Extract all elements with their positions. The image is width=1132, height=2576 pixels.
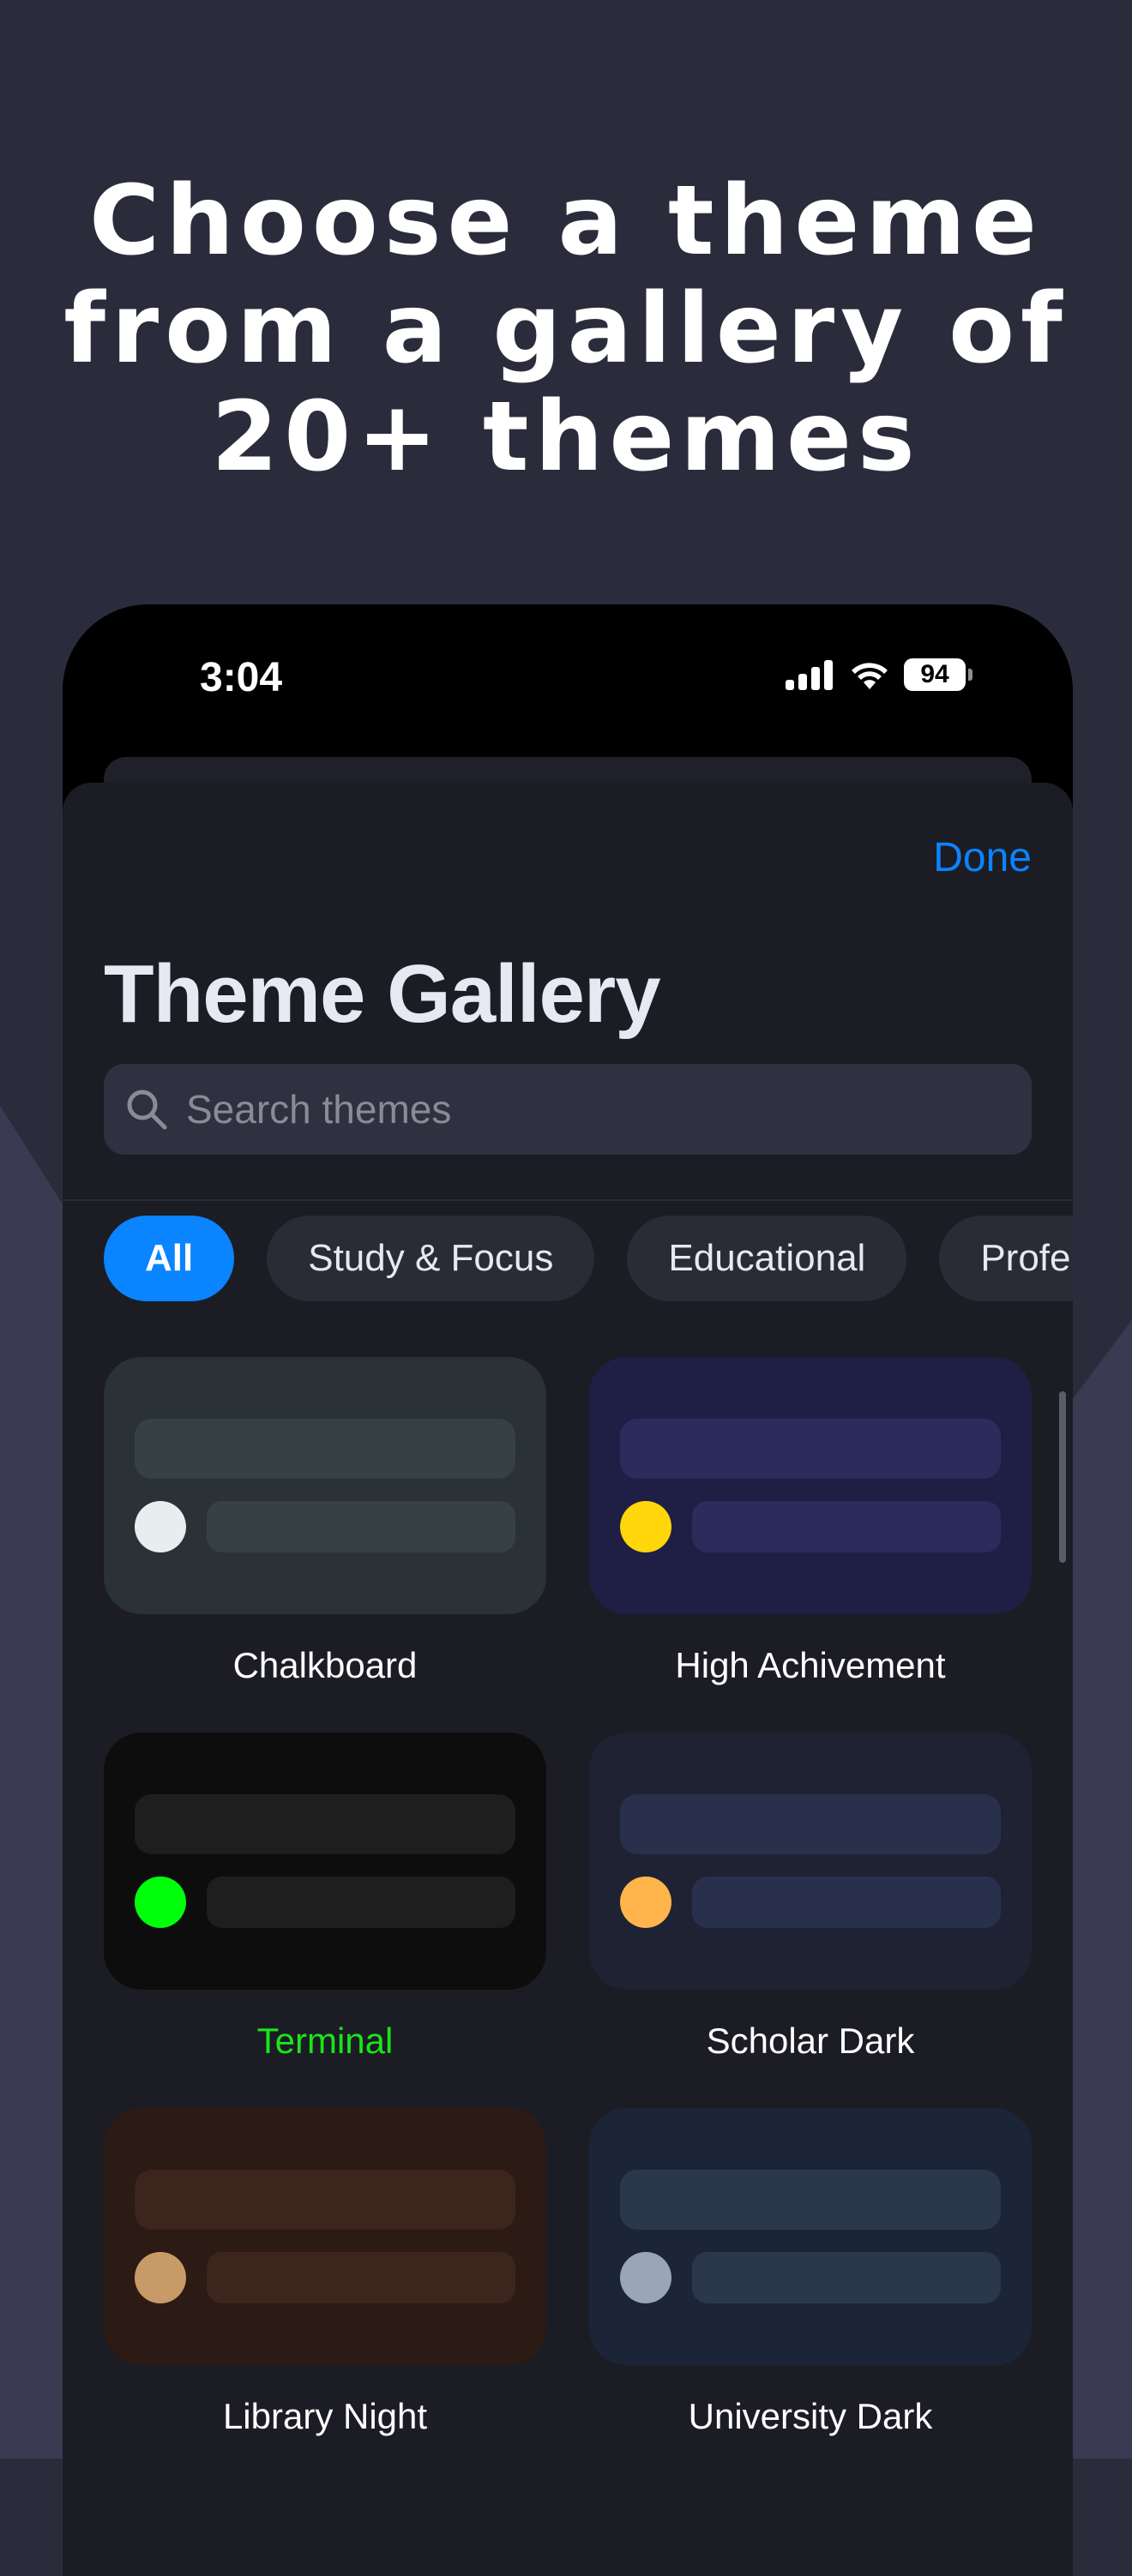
theme-preview-card [589, 2108, 1032, 2365]
preview-bar [135, 2170, 515, 2230]
preview-accent-dot [620, 1876, 671, 1928]
search-bar[interactable] [104, 1064, 1032, 1155]
status-time: 3:04 [200, 655, 283, 700]
preview-bar [135, 1794, 515, 1854]
preview-accent-dot [135, 1501, 186, 1552]
theme-preview-card [104, 2108, 546, 2365]
theme-gallery-sheet: Done Theme Gallery All Study & Focus Edu… [63, 783, 1073, 2576]
preview-bar [207, 1501, 515, 1552]
theme-preview-card [104, 1732, 546, 1990]
category-chip-all[interactable]: All [104, 1216, 235, 1301]
headline-line-3: 20+ themes [211, 381, 921, 493]
category-filter-bar: All Study & Focus Educational Profe [104, 1216, 1073, 1301]
theme-preview-card [589, 1732, 1032, 1990]
preview-accent-dot [135, 1876, 186, 1928]
battery-icon: 94 [904, 658, 972, 691]
preview-bar [207, 2252, 515, 2303]
theme-name: Scholar Dark [706, 2021, 915, 2061]
cellular-signal-icon [786, 660, 833, 690]
scrollbar[interactable] [1059, 1391, 1066, 1563]
headline-line-2: from a gallery of [63, 273, 1069, 385]
divider [63, 1199, 1073, 1201]
search-input[interactable] [184, 1085, 1032, 1133]
preview-bar [135, 1419, 515, 1479]
preview-bar [620, 1419, 1001, 1479]
theme-tile-high-achivement[interactable]: High Achivement [589, 1357, 1032, 1686]
category-chip-study-focus[interactable]: Study & Focus [267, 1216, 595, 1301]
theme-name: Library Night [222, 2396, 428, 2436]
category-chip-professional[interactable]: Profe [939, 1216, 1073, 1301]
marketing-headline: Choose a theme from a gallery of 20+ the… [0, 167, 1132, 491]
theme-name: University Dark [688, 2396, 933, 2436]
theme-tile-university-dark[interactable]: University Dark [589, 2108, 1032, 2437]
preview-bar [620, 1794, 1001, 1854]
preview-bar [207, 1876, 515, 1928]
theme-tile-chalkboard[interactable]: Chalkboard [104, 1357, 546, 1686]
category-chip-educational[interactable]: Educational [627, 1216, 907, 1301]
theme-tile-terminal[interactable]: Terminal [104, 1732, 546, 2062]
preview-bar [620, 2170, 1001, 2230]
theme-preview-card [589, 1357, 1032, 1614]
search-icon [127, 1090, 167, 1130]
theme-name: Terminal [256, 2021, 394, 2061]
preview-accent-dot [620, 1501, 671, 1552]
theme-tile-scholar-dark[interactable]: Scholar Dark [589, 1732, 1032, 2062]
done-button[interactable]: Done [933, 834, 1032, 881]
preview-bar [692, 1501, 1001, 1552]
phone-frame: 3:04 94 Done Theme Gallery Search themes… [63, 604, 1073, 2576]
theme-preview-card [104, 1357, 546, 1614]
preview-bar [692, 1876, 1001, 1928]
preview-bar [692, 2252, 1001, 2303]
preview-accent-dot [135, 2252, 186, 2303]
theme-tile-library-night[interactable]: Library Night [104, 2108, 546, 2437]
preview-accent-dot [620, 2252, 671, 2303]
page-title: Theme Gallery [104, 948, 661, 1040]
battery-level: 94 [920, 660, 949, 688]
theme-name: Chalkboard [232, 1645, 418, 1685]
status-indicators: 94 [786, 656, 972, 694]
theme-name: High Achivement [675, 1645, 946, 1685]
headline-line-1: Choose a theme [89, 165, 1043, 277]
wifi-icon [852, 663, 888, 689]
